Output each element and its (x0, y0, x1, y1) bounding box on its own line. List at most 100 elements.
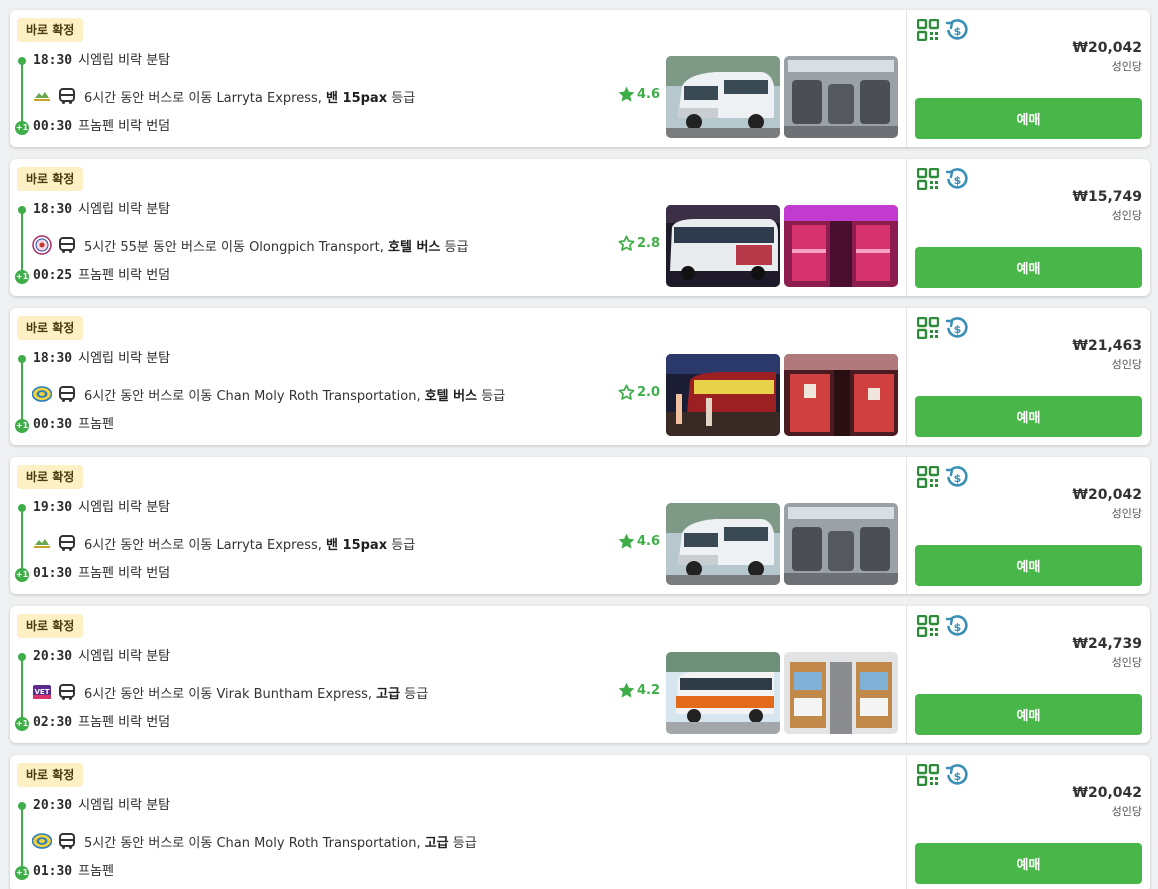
star-icon (618, 235, 635, 251)
arrival-time: 00:30 (33, 417, 73, 432)
qr-ticket-icon (917, 19, 939, 41)
vehicle-photo[interactable] (666, 503, 780, 585)
trip-details: 바로 확정 +1 19:30 시엠립 비락 분탐 6시간 동안 버스로 이동 La… (10, 457, 906, 594)
rating[interactable]: 4.6 (618, 533, 660, 550)
day-offset-badge: +1 (15, 121, 29, 135)
duration-operator: 6시간 동안 버스로 이동 Larryta Express, (84, 90, 322, 106)
rating[interactable]: 2.8 (618, 235, 660, 252)
vehicle-photo[interactable] (666, 354, 780, 436)
feature-icons: $ (917, 614, 975, 638)
day-offset-badge: +1 (15, 866, 29, 880)
vehicle-photo[interactable] (666, 205, 780, 287)
departure-dot (18, 57, 26, 65)
qr-ticket-icon (917, 764, 939, 786)
timeline-line (21, 360, 23, 424)
price-panel: $ ₩20,042 성인당 예매 (906, 755, 1150, 889)
vehicle-photo[interactable] (784, 652, 898, 734)
arrival-time: 00:25 (33, 268, 73, 283)
bus-class: 호텔 버스 (424, 388, 478, 404)
svg-text:$: $ (954, 770, 962, 783)
vehicle-photo[interactable] (784, 503, 898, 585)
instant-confirm-badge: 바로 확정 (17, 316, 84, 340)
rating[interactable]: 4.6 (618, 86, 660, 103)
qr-ticket-icon (917, 317, 939, 339)
result-card[interactable]: 바로 확정 +1 18:30 시엠립 비락 분탐 6시간 동안 버스로 이동 La… (10, 10, 1150, 147)
departure-time: 20:30 (33, 798, 73, 813)
timeline-line (21, 807, 23, 871)
result-card[interactable]: 바로 확정 +1 18:30 시엠립 비락 분탐 6시간 동안 버스로 이동 Ch… (10, 308, 1150, 445)
departure-row: 20:30 시엠립 비락 분탐 (33, 797, 170, 815)
trip-details: 바로 확정 +1 20:30 시엠립 비락 분탐 VET 6시간 동안 버스로 이… (10, 606, 906, 743)
result-card[interactable]: 바로 확정 +1 18:30 시엠립 비락 분탐 5시간 55분 동안 버스로 이… (10, 159, 1150, 296)
vehicle-photo[interactable] (784, 205, 898, 287)
book-button[interactable]: 예매 (915, 694, 1142, 735)
instant-confirm-badge: 바로 확정 (17, 18, 84, 42)
departure-time: 20:30 (33, 649, 73, 664)
result-card[interactable]: 바로 확정 +1 20:30 시엠립 비락 분탐 VET 6시간 동안 버스로 이… (10, 606, 1150, 743)
rating[interactable]: 2.0 (618, 384, 660, 401)
vehicle-photo[interactable] (784, 354, 898, 436)
day-offset-badge: +1 (15, 419, 29, 433)
trip-details: 바로 확정 +1 18:30 시엠립 비락 분탐 5시간 55분 동안 버스로 이… (10, 159, 906, 296)
route-info: 6시간 동안 버스로 이동 Larryta Express, 밴 15pax 등… (32, 84, 415, 108)
price-unit: 성인당 (1111, 656, 1142, 669)
book-button[interactable]: 예매 (915, 247, 1142, 288)
bus-class: 밴 15pax (326, 537, 388, 553)
result-card[interactable]: 바로 확정 +1 19:30 시엠립 비락 분탐 6시간 동안 버스로 이동 La… (10, 457, 1150, 594)
departure-row: 18:30 시엠립 비락 분탐 (33, 201, 170, 219)
departure-time: 19:30 (33, 500, 73, 515)
duration-operator: 5시간 동안 버스로 이동 Chan Moly Roth Transportat… (84, 835, 421, 851)
trip-details: 바로 확정 +1 18:30 시엠립 비락 분탐 6시간 동안 버스로 이동 La… (10, 10, 906, 147)
result-card[interactable]: 바로 확정 +1 20:30 시엠립 비락 분탐 5시간 동안 버스로 이동 Ch… (10, 755, 1150, 889)
departure-row: 19:30 시엠립 비락 분탐 (33, 499, 170, 517)
svg-text:$: $ (954, 174, 962, 187)
arrival-station: 프놈펜 비락 번덤 (78, 119, 171, 134)
rating-value: 4.6 (637, 534, 661, 549)
qr-ticket-icon (917, 466, 939, 488)
class-suffix: 등급 (391, 537, 416, 553)
class-suffix: 등급 (391, 90, 416, 106)
arrival-row: 01:30 프놈펜 비락 번덤 (33, 565, 170, 583)
svg-text:VET: VET (35, 688, 50, 696)
arrival-station: 프놈펜 비락 번덤 (78, 715, 171, 730)
rating-value: 4.6 (637, 87, 661, 102)
price-unit: 성인당 (1111, 60, 1142, 73)
instant-confirm-badge: 바로 확정 (17, 614, 84, 638)
book-button[interactable]: 예매 (915, 98, 1142, 139)
bus-icon (59, 386, 75, 402)
departure-station: 시엠립 비락 분탐 (78, 798, 171, 813)
departure-dot (18, 206, 26, 214)
bus-class: 고급 (424, 835, 449, 851)
book-button[interactable]: 예매 (915, 396, 1142, 437)
bus-icon (59, 237, 75, 253)
rating-value: 2.0 (637, 385, 661, 400)
class-suffix: 등급 (452, 835, 477, 851)
timeline-line (21, 62, 23, 126)
departure-time: 18:30 (33, 202, 73, 217)
rating-value: 2.8 (637, 236, 661, 251)
star-icon (618, 86, 635, 102)
price: ₩15,749 (1072, 189, 1142, 205)
day-offset-badge: +1 (15, 270, 29, 284)
vehicle-photo[interactable] (666, 652, 780, 734)
price-unit: 성인당 (1111, 805, 1142, 818)
price-panel: $ ₩21,463 성인당 예매 (906, 308, 1150, 445)
arrival-time: 01:30 (33, 864, 73, 879)
book-button[interactable]: 예매 (915, 843, 1142, 884)
arrival-row: 00:25 프놈펜 비락 번덤 (33, 267, 170, 285)
vehicle-photo[interactable] (784, 56, 898, 138)
day-offset-badge: +1 (15, 717, 29, 731)
trip-details: 바로 확정 +1 20:30 시엠립 비락 분탐 5시간 동안 버스로 이동 Ch… (10, 755, 906, 889)
book-button[interactable]: 예매 (915, 545, 1142, 586)
feature-icons: $ (917, 18, 975, 42)
vehicle-photo[interactable] (666, 56, 780, 138)
refund-icon: $ (945, 764, 968, 785)
price-panel: $ ₩20,042 성인당 예매 (906, 457, 1150, 594)
bus-icon (59, 88, 75, 104)
departure-dot (18, 504, 26, 512)
bus-icon (59, 833, 75, 849)
rating[interactable]: 4.2 (618, 682, 660, 699)
route-info: 5시간 동안 버스로 이동 Chan Moly Roth Transportat… (31, 829, 477, 853)
star-icon (618, 533, 635, 549)
trip-details: 바로 확정 +1 18:30 시엠립 비락 분탐 6시간 동안 버스로 이동 Ch… (10, 308, 906, 445)
